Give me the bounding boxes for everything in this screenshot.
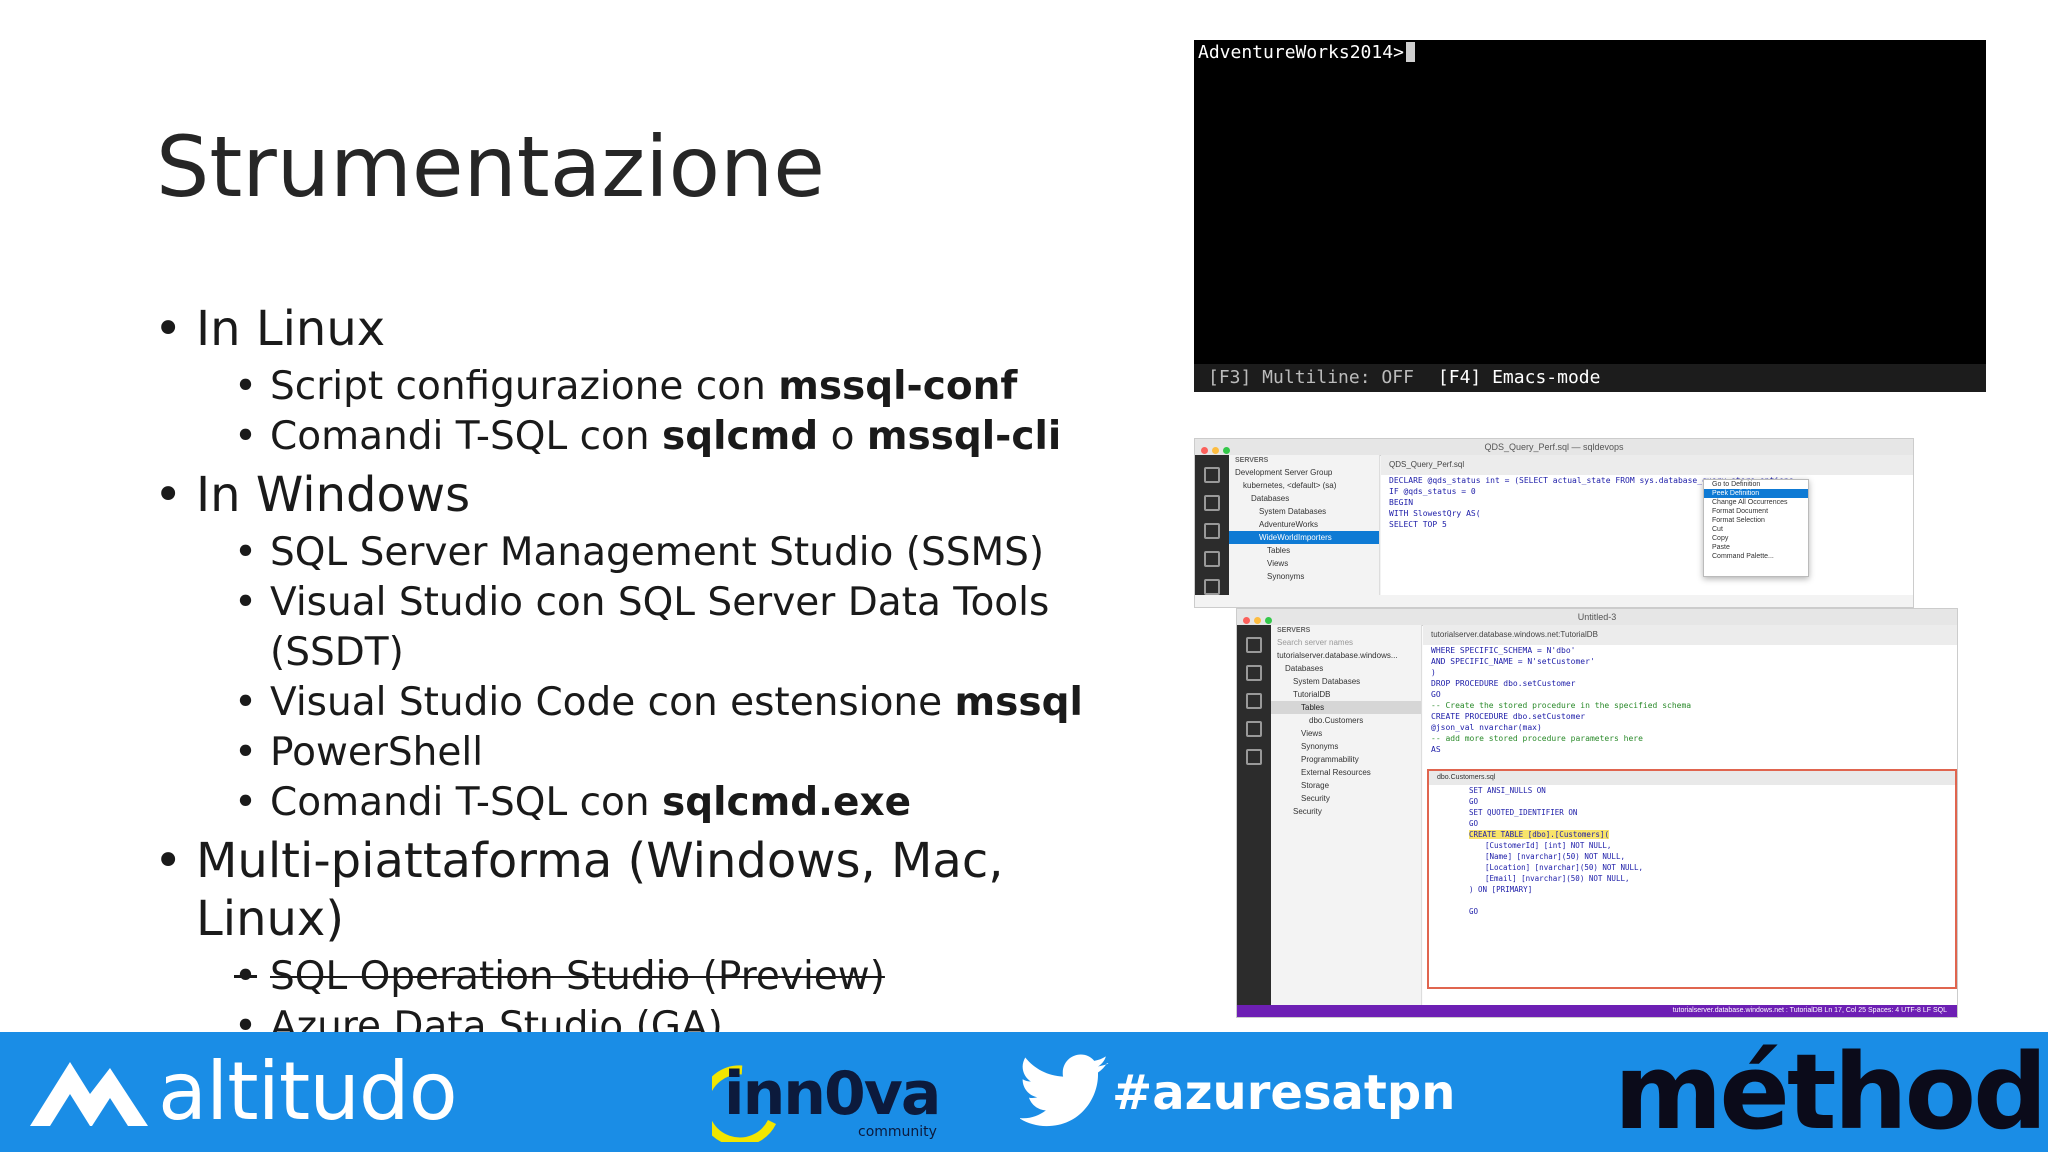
terminal-mode-status: [F4] Emacs-mode <box>1437 367 1601 388</box>
editor-screenshot-top: QDS_Query_Perf.sql — sqldevops SERVERS D… <box>1194 438 1914 608</box>
altitudo-logo-icon <box>30 1062 148 1126</box>
terminal-multiline-status: [F3] Multiline: OFF <box>1208 367 1414 388</box>
bullet-sqlcmd-exe: Comandi T-SQL con sqlcmd.exe <box>150 778 1160 828</box>
activity-bar <box>1237 625 1271 1005</box>
editor-screenshot-bottom: Untitled-3 SERVERS Search server names t… <box>1236 608 1958 1018</box>
peek-definition-panel: dbo.Customers.sql SET ANSI_NULLS ON GO S… <box>1427 769 1957 989</box>
slide-title: Strumentazione <box>156 118 825 216</box>
server-sidebar: SERVERS Search server names tutorialserv… <box>1271 625 1422 1005</box>
twitter-bird-icon <box>1020 1054 1109 1127</box>
terminal-statusbar: [F3] Multiline: OFF [F4] Emacs-mode <box>1194 364 1986 392</box>
terminal-cursor <box>1405 42 1415 62</box>
bullet-ssdt: Visual Studio con SQL Server Data Tools … <box>150 578 1160 678</box>
editor-statusbar: tutorialserver.database.windows.net : Tu… <box>1237 1005 1957 1017</box>
bullet-ssms: SQL Server Management Studio (SSMS) <box>150 528 1160 578</box>
bullet-windows: In Windows <box>150 466 1160 524</box>
bullet-multiplatform: Multi-piattaforma (Windows, Mac, Linux) <box>150 832 1160 948</box>
twitter-hashtag: #azuresatpn <box>1112 1065 1456 1121</box>
bullet-sql-operation-studio: SQL Operation Studio (Preview) <box>150 952 1160 1002</box>
innova-logo-subtext: community <box>858 1124 937 1140</box>
server-sidebar: SERVERS Development Server Group kuberne… <box>1229 455 1380 595</box>
terminal-screenshot: AdventureWorks2014> [F3] Multiline: OFF[… <box>1194 40 1986 392</box>
bullet-list: In Linux Script configurazione con mssql… <box>150 300 1160 1052</box>
editor-tabs: tutorialserver.database.windows.net:Tuto… <box>1423 625 1957 646</box>
bullet-sqlcmd-linux: Comandi T-SQL con sqlcmd o mssql-cli <box>150 412 1160 462</box>
window-titlebar: QDS_Query_Perf.sql — sqldevops <box>1195 439 1913 456</box>
terminal-prompt: AdventureWorks2014> <box>1198 42 1415 63</box>
bullet-powershell: PowerShell <box>150 728 1160 778</box>
methode-logo-text: méthode <box>1614 1031 2048 1153</box>
activity-bar <box>1195 455 1229 595</box>
bullet-mssql-conf: Script configurazione con mssql-conf <box>150 362 1160 412</box>
peek-title: dbo.Customers.sql <box>1429 771 1955 785</box>
footer-banner: altitudo inn0va community #azuresatpn mé… <box>0 1032 2048 1152</box>
bullet-linux: In Linux <box>150 300 1160 358</box>
context-menu: Go to Definition Peek Definition Change … <box>1703 479 1809 577</box>
altitudo-logo-text: altitudo <box>158 1045 458 1138</box>
window-titlebar: Untitled-3 <box>1237 609 1957 626</box>
bullet-vscode: Visual Studio Code con estensione mssql <box>150 678 1160 728</box>
editor-tabs: QDS_Query_Perf.sql <box>1381 455 1913 476</box>
code-area: DECLARE @qds_status int = (SELECT actual… <box>1381 475 1913 595</box>
innova-logo-text: inn0va <box>724 1059 941 1129</box>
